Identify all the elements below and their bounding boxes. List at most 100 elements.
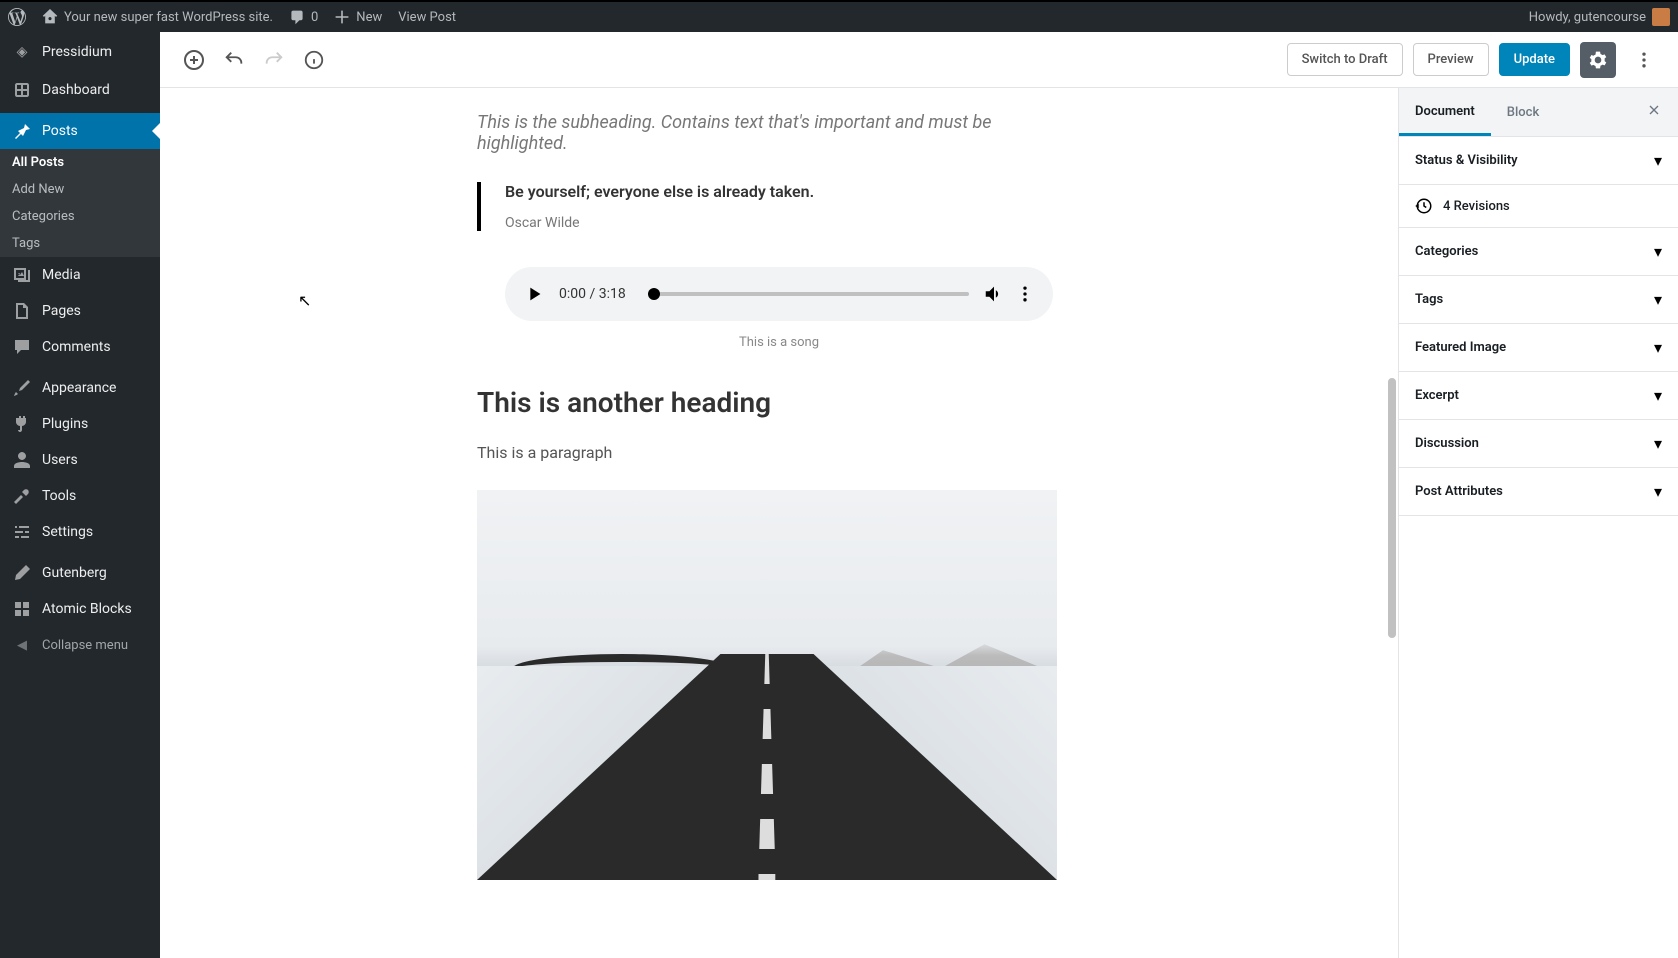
menu-dashboard[interactable]: Dashboard xyxy=(0,72,160,108)
menu-atomic-blocks[interactable]: Atomic Blocks xyxy=(0,591,160,627)
quote-text[interactable]: Be yourself; everyone else is already ta… xyxy=(505,182,1081,201)
site-name-link[interactable]: Your new super fast WordPress site. xyxy=(34,2,281,32)
menu-appearance[interactable]: Appearance xyxy=(0,370,160,406)
chevron-down-icon: ▾ xyxy=(1654,482,1662,501)
user-icon xyxy=(12,450,32,470)
settings-toggle[interactable] xyxy=(1580,42,1616,78)
tab-document[interactable]: Document xyxy=(1399,90,1491,136)
brush-icon xyxy=(12,378,32,398)
menu-media[interactable]: Media xyxy=(0,257,160,293)
collapse-menu[interactable]: ◀ Collapse menu xyxy=(0,627,160,663)
view-post-link[interactable]: View Post xyxy=(390,2,464,32)
submenu-add-new[interactable]: Add New xyxy=(0,176,160,203)
preview-button[interactable]: Preview xyxy=(1413,43,1489,76)
scrollbar[interactable] xyxy=(1384,88,1398,958)
update-button[interactable]: Update xyxy=(1499,43,1570,76)
info-button[interactable] xyxy=(296,42,332,78)
section-featured-image[interactable]: Featured Image ▾ xyxy=(1399,324,1678,372)
section-post-attributes[interactable]: Post Attributes ▾ xyxy=(1399,468,1678,516)
menu-pages[interactable]: Pages xyxy=(0,293,160,329)
redo-button[interactable] xyxy=(256,42,292,78)
comments-link[interactable]: 0 xyxy=(281,2,326,32)
section-status-visibility[interactable]: Status & Visibility ▾ xyxy=(1399,137,1678,185)
wordpress-logo[interactable] xyxy=(0,2,34,32)
pin-icon xyxy=(12,121,32,141)
wordpress-icon xyxy=(8,8,26,26)
section-tags[interactable]: Tags ▾ xyxy=(1399,276,1678,324)
settings-panel: Document Block Status & Visibility ▾ 4 R… xyxy=(1398,88,1678,958)
menu-posts[interactable]: Posts xyxy=(0,113,160,149)
editor-canvas[interactable]: This is the subheading. Contains text th… xyxy=(160,88,1398,958)
volume-icon[interactable] xyxy=(983,283,1005,305)
chevron-down-icon: ▾ xyxy=(1654,242,1662,261)
menu-pressidium[interactable]: ◈ Pressidium xyxy=(0,32,160,72)
comments-icon xyxy=(12,337,32,357)
image-block[interactable] xyxy=(477,490,1057,880)
section-categories[interactable]: Categories ▾ xyxy=(1399,228,1678,276)
more-vertical-icon xyxy=(1634,50,1654,70)
editor-main: Switch to Draft Preview Update This is t… xyxy=(160,32,1678,958)
pressidium-icon: ◈ xyxy=(12,42,32,62)
sliders-icon xyxy=(12,522,32,542)
chevron-down-icon: ▾ xyxy=(1654,290,1662,309)
switch-draft-button[interactable]: Switch to Draft xyxy=(1287,43,1403,76)
chevron-down-icon: ▾ xyxy=(1654,434,1662,453)
play-icon[interactable] xyxy=(523,283,545,305)
menu-users[interactable]: Users xyxy=(0,442,160,478)
gear-icon xyxy=(1588,50,1608,70)
chevron-down-icon: ▾ xyxy=(1654,386,1662,405)
undo-icon xyxy=(223,49,245,71)
info-icon xyxy=(303,49,325,71)
menu-comments[interactable]: Comments xyxy=(0,329,160,365)
audio-progress[interactable] xyxy=(654,292,969,296)
media-icon xyxy=(12,265,32,285)
new-label: New xyxy=(356,10,382,25)
audio-caption[interactable]: This is a song xyxy=(477,335,1081,350)
pencil-icon xyxy=(12,563,32,583)
editor-header: Switch to Draft Preview Update xyxy=(160,32,1678,88)
user-menu[interactable]: Howdy, gutencourse xyxy=(1529,8,1678,26)
more-options-button[interactable] xyxy=(1626,42,1662,78)
menu-tools[interactable]: Tools xyxy=(0,478,160,514)
blocks-icon xyxy=(12,599,32,619)
subheading-block[interactable]: This is the subheading. Contains text th… xyxy=(477,112,1081,154)
menu-gutenberg[interactable]: Gutenberg xyxy=(0,555,160,591)
chevron-down-icon: ▾ xyxy=(1654,151,1662,170)
collapse-icon: ◀ xyxy=(12,635,32,655)
heading-block[interactable]: This is another heading xyxy=(477,386,1081,419)
quote-citation[interactable]: Oscar Wilde xyxy=(505,215,1081,231)
submenu-all-posts[interactable]: All Posts xyxy=(0,149,160,176)
add-block-button[interactable] xyxy=(176,42,212,78)
new-link[interactable]: New xyxy=(326,2,390,32)
posts-submenu: All Posts Add New Categories Tags xyxy=(0,149,160,257)
section-discussion[interactable]: Discussion ▾ xyxy=(1399,420,1678,468)
avatar xyxy=(1652,8,1670,26)
audio-block[interactable]: 0:00 / 3:18 xyxy=(505,267,1053,321)
menu-plugins[interactable]: Plugins xyxy=(0,406,160,442)
menu-settings[interactable]: Settings xyxy=(0,514,160,550)
home-icon xyxy=(42,9,58,25)
revisions-link[interactable]: 4 Revisions xyxy=(1399,185,1678,228)
plus-icon xyxy=(334,9,350,25)
howdy-text: Howdy, gutencourse xyxy=(1529,10,1646,25)
submenu-categories[interactable]: Categories xyxy=(0,203,160,230)
comments-count: 0 xyxy=(311,10,318,25)
dashboard-icon xyxy=(12,80,32,100)
submenu-tags[interactable]: Tags xyxy=(0,230,160,257)
admin-sidebar: ◈ Pressidium Dashboard Posts All Posts A… xyxy=(0,32,160,958)
undo-button[interactable] xyxy=(216,42,252,78)
close-icon xyxy=(1646,102,1662,118)
plus-circle-icon xyxy=(182,48,206,72)
close-panel[interactable] xyxy=(1630,88,1678,136)
pages-icon xyxy=(12,301,32,321)
admin-bar: Your new super fast WordPress site. 0 Ne… xyxy=(0,0,1678,32)
quote-block[interactable]: Be yourself; everyone else is already ta… xyxy=(477,182,1081,231)
audio-more-icon[interactable] xyxy=(1015,284,1035,304)
paragraph-block[interactable]: This is a paragraph xyxy=(477,443,1081,462)
audio-time: 0:00 / 3:18 xyxy=(559,286,626,302)
redo-icon xyxy=(263,49,285,71)
tab-block[interactable]: Block xyxy=(1491,91,1555,134)
section-excerpt[interactable]: Excerpt ▾ xyxy=(1399,372,1678,420)
comment-icon xyxy=(289,9,305,25)
site-name: Your new super fast WordPress site. xyxy=(64,10,273,25)
